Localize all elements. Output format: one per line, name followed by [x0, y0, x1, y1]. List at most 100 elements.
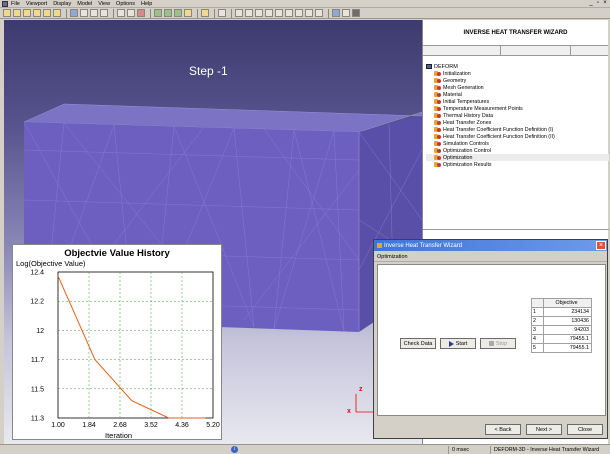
capture-icon[interactable]: [90, 9, 98, 17]
export-icon[interactable]: [100, 9, 108, 17]
tree-tabs: [423, 46, 608, 56]
zoom-icon[interactable]: [255, 9, 263, 17]
tree-item[interactable]: Initial Temperatures: [426, 98, 609, 105]
toolbar-separator: [214, 8, 215, 18]
tree-item[interactable]: Heat Transfer Coefficient Function Defin…: [426, 133, 609, 140]
tree-item[interactable]: Heat Transfer Zones: [426, 119, 609, 126]
check-data-button[interactable]: Check Data: [400, 338, 436, 349]
deform-icon: [426, 64, 432, 69]
view-bottom-icon[interactable]: [33, 9, 41, 17]
tree-item[interactable]: Optimization Results: [426, 161, 609, 168]
tree-tab-1[interactable]: [423, 46, 501, 55]
graphics-viewport[interactable]: Step -1 z x Objectvie Value History Log(…: [4, 20, 422, 444]
toolbar-separator: [328, 8, 329, 18]
tree-item-label: Material: [443, 91, 462, 98]
row-index: 1: [531, 307, 544, 317]
operation-icon: [434, 92, 441, 97]
menu-model[interactable]: Model: [77, 1, 92, 7]
color-icon[interactable]: [137, 9, 145, 17]
tree-root[interactable]: DEFORM: [426, 63, 609, 70]
view-back-icon[interactable]: [13, 9, 21, 17]
close-dialog-button[interactable]: Close: [567, 424, 603, 435]
toolbar-separator: [66, 8, 67, 18]
menu-display[interactable]: Display: [53, 1, 71, 7]
view-left-icon[interactable]: [43, 9, 51, 17]
tree-item[interactable]: Mesh Generation: [426, 84, 609, 91]
menu-options[interactable]: Options: [116, 1, 135, 7]
ruler-icon[interactable]: [218, 9, 226, 17]
rotate-x-icon[interactable]: [275, 9, 283, 17]
select-icon[interactable]: [117, 9, 125, 17]
menu-file[interactable]: File: [11, 1, 20, 7]
dialog-title-bar: Inverse Heat Transfer Wizard ×: [374, 240, 607, 251]
wireframe-icon[interactable]: [164, 9, 172, 17]
restore-button[interactable]: ▫: [595, 0, 601, 6]
dialog-subtitle: Optimization: [374, 251, 607, 262]
toolbar-separator: [231, 8, 232, 18]
plot-frame: [57, 271, 214, 419]
tree-item[interactable]: Initialization: [426, 70, 609, 77]
outline-icon[interactable]: [184, 9, 192, 17]
fit-icon[interactable]: [315, 9, 323, 17]
info-icon[interactable]: i: [231, 446, 238, 453]
tree-item[interactable]: Heat Transfer Coefficient Function Defin…: [426, 126, 609, 133]
operation-icon: [434, 120, 441, 125]
next-button[interactable]: Next >: [526, 424, 562, 435]
x-tick-label: 1.00: [51, 422, 65, 429]
tree-item[interactable]: Thermal History Data: [426, 112, 609, 119]
tree-item[interactable]: Geometry: [426, 77, 609, 84]
rotate-y-icon[interactable]: [285, 9, 293, 17]
row-index: 5: [531, 343, 544, 353]
rotate-z-icon[interactable]: [295, 9, 303, 17]
row-index: 3: [531, 325, 544, 335]
tree-item[interactable]: Simulation Controls: [426, 140, 609, 147]
dialog-content: Check Data Start Stop Objective 1 234134 …: [377, 264, 606, 416]
tree-item[interactable]: Optimization Control: [426, 147, 609, 154]
operation-icon: [434, 99, 441, 104]
view-front-icon[interactable]: [3, 9, 11, 17]
back-button[interactable]: < Back: [485, 424, 521, 435]
start-button[interactable]: Start: [440, 338, 476, 349]
dialog-close-icon[interactable]: ×: [596, 241, 606, 250]
tree-item[interactable]: Temperature Measurement Points: [426, 105, 609, 112]
close-button[interactable]: ×: [602, 0, 608, 6]
operation-icon: [434, 113, 441, 118]
tree-item-label: Temperature Measurement Points: [443, 105, 523, 112]
step-label: Step -1: [189, 64, 228, 78]
mesh-icon[interactable]: [174, 9, 182, 17]
section-icon[interactable]: [201, 9, 209, 17]
stop-sign-icon[interactable]: [352, 9, 360, 17]
menu-view[interactable]: View: [98, 1, 110, 7]
tree-item[interactable]: Material: [426, 91, 609, 98]
shade-icon[interactable]: [154, 9, 162, 17]
help-pointer-icon[interactable]: [332, 9, 340, 17]
pointer-icon[interactable]: [235, 9, 243, 17]
minimize-button[interactable]: _: [588, 0, 594, 6]
stop-button[interactable]: Stop: [480, 338, 516, 349]
x-tick-label: 2.68: [113, 422, 127, 429]
move-icon[interactable]: [127, 9, 135, 17]
tree-item[interactable]: Optimization: [426, 154, 609, 161]
tree-tab-2[interactable]: [501, 46, 571, 55]
tree-item-label: Optimization Results: [443, 161, 492, 168]
print-icon[interactable]: [80, 9, 88, 17]
dialog-title: Inverse Heat Transfer Wizard: [384, 242, 463, 249]
view-top-icon[interactable]: [23, 9, 31, 17]
menu-help[interactable]: Help: [141, 1, 152, 7]
tree-item-label: Geometry: [443, 77, 467, 84]
settings-icon[interactable]: [342, 9, 350, 17]
operation-icon: [434, 134, 441, 139]
axis-z-label: z: [359, 386, 363, 393]
menu-viewport[interactable]: Viewport: [26, 1, 47, 7]
pan-icon[interactable]: [245, 9, 253, 17]
inverse-heat-transfer-dialog: Inverse Heat Transfer Wizard × Optimizat…: [373, 239, 608, 439]
save-icon[interactable]: [70, 9, 78, 17]
y-tick-label: 12.4: [30, 270, 44, 277]
rotate-free-icon[interactable]: [305, 9, 313, 17]
table-row: 4 79455.1: [531, 334, 592, 344]
view-right-icon[interactable]: [53, 9, 61, 17]
objective-value: 79455.1: [543, 343, 592, 353]
toolbar-separator: [150, 8, 151, 18]
zoom-box-icon[interactable]: [265, 9, 273, 17]
toolbar-separator: [113, 8, 114, 18]
